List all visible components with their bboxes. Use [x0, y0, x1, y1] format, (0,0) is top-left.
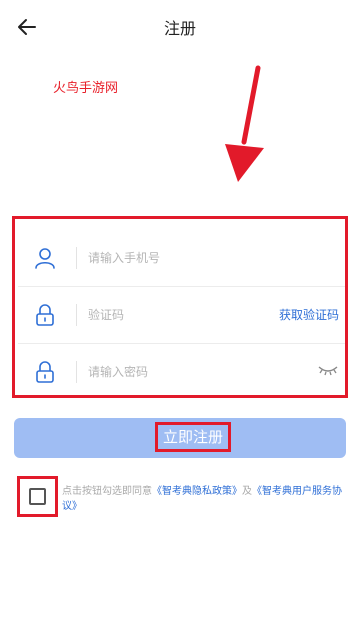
password-input[interactable] — [88, 359, 268, 385]
code-input[interactable] — [88, 302, 268, 328]
phone-input[interactable] — [88, 245, 268, 271]
privacy-policy-link[interactable]: 《智考典隐私政策》 — [152, 486, 242, 497]
lock-icon — [36, 304, 54, 326]
agreement-and: 及 — [242, 486, 252, 497]
phone-row — [18, 229, 345, 287]
divider — [76, 304, 77, 326]
checkbox-box — [29, 488, 46, 505]
divider — [76, 247, 77, 269]
agree-checkbox[interactable] — [17, 476, 58, 517]
header: 注册 — [0, 0, 360, 52]
register-button-label: 立即注册 — [155, 422, 231, 452]
user-icon — [35, 248, 55, 269]
code-row: 获取验证码 — [18, 286, 345, 344]
password-row — [18, 343, 345, 401]
watermark-text: 火鸟手游网 — [53, 81, 119, 96]
agreement-prefix: 点击按钮勾选即同意 — [62, 486, 152, 497]
registration-form: 获取验证码 — [12, 216, 348, 398]
divider — [76, 361, 77, 383]
get-code-button[interactable]: 获取验证码 — [279, 306, 339, 323]
page-title: 注册 — [163, 19, 196, 38]
eye-closed-icon[interactable] — [317, 363, 339, 377]
lock-icon — [36, 361, 54, 383]
agreement-text: 点击按钮勾选即同意《智考典隐私政策》及《智考典用户服务协议》 — [62, 484, 354, 514]
register-button[interactable]: 立即注册 — [14, 418, 346, 458]
